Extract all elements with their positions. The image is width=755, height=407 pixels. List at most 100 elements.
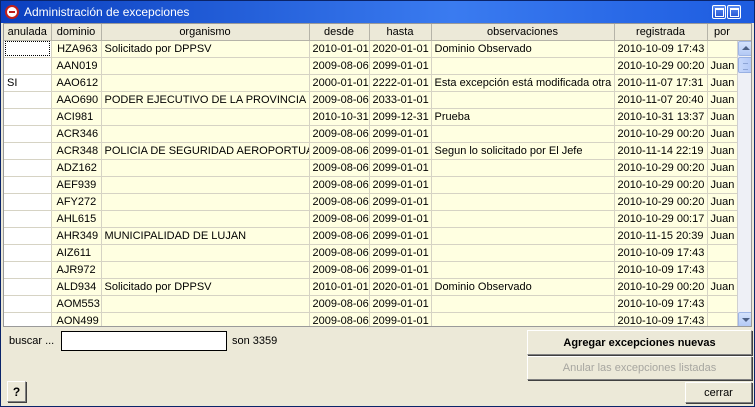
cell-registrada[interactable]: 2010-11-15 20:39 <box>614 227 708 245</box>
cell-organismo[interactable]: Solicitado por DPPSV <box>101 40 310 58</box>
cell-observaciones[interactable]: Dominio Observado <box>431 40 615 58</box>
cell-desde[interactable]: 2009-08-06 <box>309 193 370 211</box>
cell-anulada[interactable] <box>4 227 52 245</box>
cell-hasta[interactable]: 2099-01-01 <box>369 176 432 194</box>
cell-organismo[interactable] <box>101 244 310 262</box>
cell-organismo[interactable] <box>101 57 310 75</box>
cell-hasta[interactable]: 2099-01-01 <box>369 244 432 262</box>
cell-observaciones[interactable] <box>431 210 615 228</box>
cell-registrada[interactable]: 2010-10-09 17:43 <box>614 40 708 58</box>
table-row[interactable]: AAO690 PODER EJECUTIVO DE LA PROVINCIA DE… <box>4 91 738 109</box>
column-header-observaciones[interactable]: observaciones <box>431 24 615 41</box>
cell-registrada[interactable]: 2010-10-29 00:17 <box>614 210 708 228</box>
annul-exceptions-button[interactable]: Anular las excepciones listadas <box>527 356 752 380</box>
cell-observaciones[interactable] <box>431 125 615 143</box>
table-row[interactable]: ADZ162 2009-08-06 2099-01-01 2010-10-29 00:… <box>4 159 738 177</box>
table-row[interactable]: AON499 2009-08-06 2099-01-01 2010-10-09 17:… <box>4 312 738 326</box>
cell-por[interactable]: Juan <box>707 176 738 194</box>
cell-organismo[interactable]: POLICIA DE SEGURIDAD AEROPORTUARIA <box>101 142 310 160</box>
column-header-hasta[interactable]: hasta <box>369 24 432 41</box>
add-exceptions-button[interactable]: Agregar excepciones nuevas <box>527 330 752 355</box>
cell-hasta[interactable]: 2099-01-01 <box>369 295 432 313</box>
cell-registrada[interactable]: 2010-11-14 22:19 <box>614 142 708 160</box>
cell-hasta[interactable]: 2020-01-01 <box>369 278 432 296</box>
cell-desde[interactable]: 2009-08-06 <box>309 244 370 262</box>
cell-observaciones[interactable] <box>431 193 615 211</box>
cell-por[interactable]: Juan <box>707 227 738 245</box>
cell-dominio[interactable]: AAN019 <box>51 57 102 75</box>
column-header-registrada[interactable]: registrada <box>614 24 708 41</box>
cell-hasta[interactable]: 2099-01-01 <box>369 125 432 143</box>
cell-desde[interactable]: 2009-08-06 <box>309 176 370 194</box>
cell-anulada[interactable] <box>4 40 52 58</box>
cell-hasta[interactable]: 2099-01-01 <box>369 142 432 160</box>
close-button[interactable]: cerrar <box>685 382 752 403</box>
cell-observaciones[interactable] <box>431 159 615 177</box>
cell-dominio[interactable]: AON499 <box>51 312 102 326</box>
table-row[interactable]: AOM553 2009-08-06 2099-01-01 2010-10-09 17:… <box>4 295 738 313</box>
cell-anulada[interactable] <box>4 159 52 177</box>
cell-observaciones[interactable] <box>431 57 615 75</box>
cell-organismo[interactable]: MUNICIPALIDAD DE LUJAN <box>101 227 310 245</box>
cell-anulada[interactable] <box>4 261 52 279</box>
table-row[interactable]: HZA963 Solicitado por DPPSV 2010-01-01 2020… <box>4 40 738 58</box>
cell-desde[interactable]: 2000-01-01 <box>309 74 370 92</box>
cell-hasta[interactable]: 2099-01-01 <box>369 193 432 211</box>
cell-organismo[interactable] <box>101 261 310 279</box>
cell-observaciones[interactable]: Dominio Observado <box>431 278 615 296</box>
cell-organismo[interactable]: Solicitado por DPPSV <box>101 278 310 296</box>
cell-registrada[interactable]: 2010-10-29 00:20 <box>614 278 708 296</box>
cell-por[interactable]: Juan <box>707 278 738 296</box>
cell-desde[interactable]: 2009-08-06 <box>309 125 370 143</box>
cell-dominio[interactable]: ACR348 <box>51 142 102 160</box>
cell-registrada[interactable]: 2010-11-07 17:31 <box>614 74 708 92</box>
cell-anulada[interactable] <box>4 295 52 313</box>
cell-organismo[interactable] <box>101 312 310 326</box>
cell-dominio[interactable]: AEF939 <box>51 176 102 194</box>
cell-desde[interactable]: 2010-01-01 <box>309 40 370 58</box>
cell-desde[interactable]: 2010-01-01 <box>309 278 370 296</box>
cell-por[interactable]: Juan <box>707 125 738 143</box>
table-row[interactable]: ALD934 Solicitado por DPPSV 2010-01-01 2020… <box>4 278 738 296</box>
table-row[interactable]: AHL615 2009-08-06 2099-01-01 2010-10-29 00:… <box>4 210 738 228</box>
scroll-down-icon[interactable] <box>738 312 751 326</box>
cell-registrada[interactable]: 2010-10-09 17:43 <box>614 295 708 313</box>
column-header-por[interactable]: por <box>707 24 738 41</box>
cell-organismo[interactable]: PODER EJECUTIVO DE LA PROVINCIA DE <box>101 91 310 109</box>
cell-por[interactable] <box>707 312 738 326</box>
table-row[interactable]: AIZ611 2009-08-06 2099-01-01 2010-10-09 17:… <box>4 244 738 262</box>
cell-observaciones[interactable]: Prueba <box>431 108 615 126</box>
cell-anulada[interactable] <box>4 57 52 75</box>
cell-observaciones[interactable] <box>431 227 615 245</box>
cell-organismo[interactable] <box>101 210 310 228</box>
column-header-organismo[interactable]: organismo <box>101 24 310 41</box>
cell-organismo[interactable] <box>101 108 310 126</box>
cell-desde[interactable]: 2009-08-06 <box>309 159 370 177</box>
cell-observaciones[interactable] <box>431 295 615 313</box>
cell-registrada[interactable]: 2010-10-29 00:20 <box>614 176 708 194</box>
cell-organismo[interactable] <box>101 193 310 211</box>
cell-desde[interactable]: 2009-08-06 <box>309 142 370 160</box>
cell-por[interactable]: Juan <box>707 193 738 211</box>
cell-hasta[interactable]: 2033-01-01 <box>369 91 432 109</box>
cell-observaciones[interactable] <box>431 244 615 262</box>
cell-dominio[interactable]: AAO690 <box>51 91 102 109</box>
vertical-scrollbar[interactable] <box>737 41 751 326</box>
cell-desde[interactable]: 2009-08-06 <box>309 227 370 245</box>
cell-por[interactable] <box>707 244 738 262</box>
cell-anulada[interactable] <box>4 125 52 143</box>
search-input[interactable] <box>61 331 227 351</box>
cell-hasta[interactable]: 2099-01-01 <box>369 57 432 75</box>
scroll-up-icon[interactable] <box>738 41 751 56</box>
cell-desde[interactable]: 2009-08-06 <box>309 261 370 279</box>
cell-registrada[interactable]: 2010-10-29 00:20 <box>614 159 708 177</box>
cell-dominio[interactable]: AHR349 <box>51 227 102 245</box>
cell-por[interactable]: Juan <box>707 108 738 126</box>
cell-anulada[interactable]: SI <box>4 74 52 92</box>
cell-anulada[interactable] <box>4 244 52 262</box>
cell-por[interactable]: Juan <box>707 159 738 177</box>
cell-anulada[interactable] <box>4 91 52 109</box>
cell-por[interactable] <box>707 261 738 279</box>
cell-desde[interactable]: 2009-08-06 <box>309 91 370 109</box>
table-row[interactable]: ACR346 2009-08-06 2099-01-01 2010-10-29 00:… <box>4 125 738 143</box>
